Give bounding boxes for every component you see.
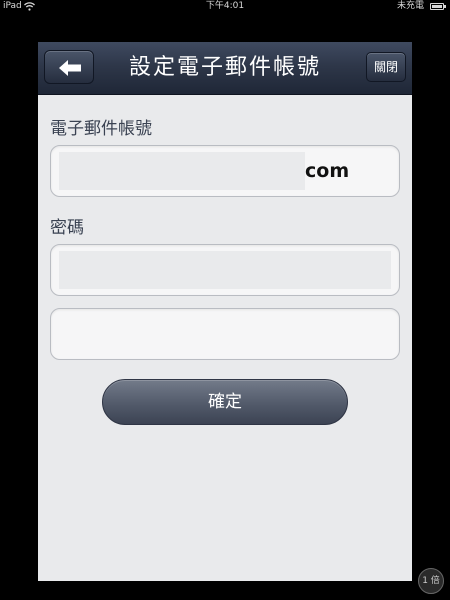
email-settings-panel: 設定電子郵件帳號 關閉 電子郵件帳號 com 密碼 確定	[38, 42, 412, 581]
email-value: com	[305, 160, 350, 182]
status-bar: iPad 下午4:01 未充電	[0, 0, 450, 13]
page-title: 設定電子郵件帳號	[128, 55, 321, 80]
redacted-region	[59, 251, 391, 289]
email-field[interactable]: com	[50, 145, 400, 197]
clock: 下午4:01	[205, 1, 245, 11]
navigation-bar: 設定電子郵件帳號 關閉	[38, 42, 412, 95]
battery-icon	[430, 3, 446, 10]
zoom-level-badge[interactable]: 1 倍	[418, 568, 444, 594]
password-confirm-field[interactable]	[50, 308, 400, 360]
confirm-button[interactable]: 確定	[102, 379, 348, 425]
redacted-region	[59, 152, 305, 190]
password-label: 密碼	[50, 218, 84, 238]
close-button[interactable]: 關閉	[366, 52, 406, 82]
email-label: 電子郵件帳號	[50, 119, 152, 139]
charging-status: 未充電	[396, 1, 424, 11]
password-field[interactable]	[50, 244, 400, 296]
